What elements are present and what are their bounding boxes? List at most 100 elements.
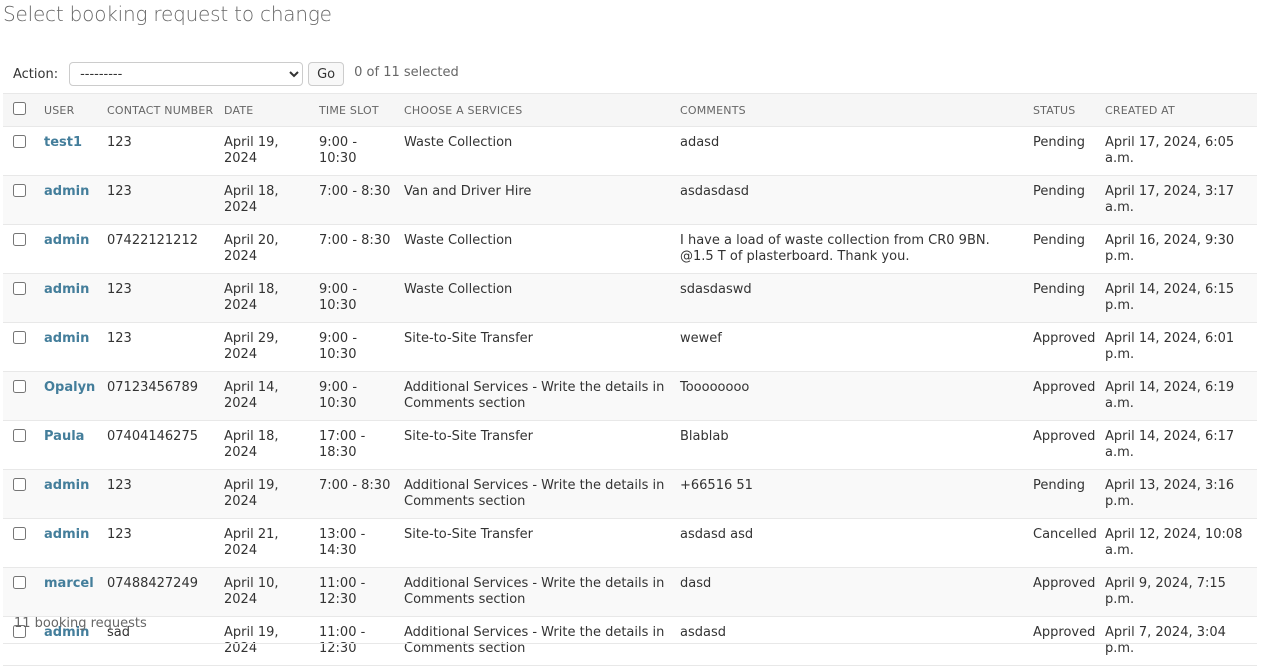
- time-slot-cell: 7:00 - 8:30: [313, 224, 398, 274]
- service-cell: Site-to-Site Transfer: [398, 518, 674, 568]
- row-checkbox[interactable]: [13, 233, 26, 246]
- status-cell: Pending: [1027, 175, 1099, 225]
- column-header-comments[interactable]: COMMENTS: [674, 93, 1027, 127]
- row-select-cell: [3, 322, 38, 372]
- comments-cell: +66516 51: [674, 469, 1027, 519]
- status-cell: Pending: [1027, 469, 1099, 519]
- column-header-date[interactable]: DATE: [218, 93, 313, 127]
- user-link[interactable]: admin: [44, 331, 89, 346]
- table-row: Opalyn 07123456789 April 14, 2024 9:00 - 10…: [3, 371, 1257, 421]
- contact-number-cell: 123: [101, 175, 218, 225]
- comments-cell: asdasdasd: [674, 175, 1027, 225]
- action-select[interactable]: ---------: [69, 62, 304, 86]
- results-table: USER CONTACT NUMBER DATE TIME SLOT CHOOS…: [3, 93, 1257, 666]
- created-at-cell: April 14, 2024, 6:19 a.m.: [1099, 371, 1257, 421]
- service-cell: Van and Driver Hire: [398, 175, 674, 225]
- column-header-user[interactable]: USER: [38, 93, 101, 127]
- time-slot-cell: 7:00 - 8:30: [313, 175, 398, 225]
- time-slot-cell: 13:00 - 14:30: [313, 518, 398, 568]
- status-cell: Pending: [1027, 126, 1099, 176]
- time-slot-cell: 7:00 - 8:30: [313, 469, 398, 519]
- date-cell: April 19, 2024: [218, 126, 313, 176]
- row-checkbox[interactable]: [13, 282, 26, 295]
- date-cell: April 18, 2024: [218, 420, 313, 470]
- contact-number-cell: 123: [101, 518, 218, 568]
- status-cell: Pending: [1027, 224, 1099, 274]
- row-checkbox[interactable]: [13, 380, 26, 393]
- user-link[interactable]: Opalyn: [44, 380, 95, 395]
- go-button[interactable]: Go: [308, 62, 345, 86]
- date-cell: April 20, 2024: [218, 224, 313, 274]
- contact-number-cell: 07422121212: [101, 224, 218, 274]
- table-row: admin 123 April 19, 2024 7:00 - 8:30 Additio…: [3, 469, 1257, 519]
- created-at-cell: April 16, 2024, 9:30 p.m.: [1099, 224, 1257, 274]
- row-select-cell: [3, 273, 38, 323]
- contact-number-cell: 07123456789: [101, 371, 218, 421]
- row-select-cell: [3, 224, 38, 274]
- user-link[interactable]: Paula: [44, 429, 84, 444]
- user-link[interactable]: admin: [44, 478, 89, 493]
- time-slot-cell: 9:00 - 10:30: [313, 273, 398, 323]
- row-checkbox[interactable]: [13, 135, 26, 148]
- user-link[interactable]: admin: [44, 233, 89, 248]
- created-at-cell: April 14, 2024, 6:15 p.m.: [1099, 273, 1257, 323]
- user-link[interactable]: admin: [44, 282, 89, 297]
- user-cell: test1: [38, 126, 101, 176]
- service-cell: Waste Collection: [398, 126, 674, 176]
- column-header-contact-number[interactable]: CONTACT NUMBER: [101, 93, 218, 127]
- service-cell: Site-to-Site Transfer: [398, 420, 674, 470]
- user-cell: admin: [38, 224, 101, 274]
- user-cell: admin: [38, 322, 101, 372]
- column-header-time-slot[interactable]: TIME SLOT: [313, 93, 398, 127]
- created-at-cell: April 17, 2024, 3:17 a.m.: [1099, 175, 1257, 225]
- comments-cell: adasd: [674, 126, 1027, 176]
- date-cell: April 19, 2024: [218, 469, 313, 519]
- row-checkbox[interactable]: [13, 576, 26, 589]
- contact-number-cell: 123: [101, 469, 218, 519]
- contact-number-cell: 123: [101, 322, 218, 372]
- header-row: USER CONTACT NUMBER DATE TIME SLOT CHOOS…: [3, 93, 1257, 127]
- row-select-cell: [3, 126, 38, 176]
- user-cell: admin: [38, 518, 101, 568]
- table-row: admin 07422121212 April 20, 2024 7:00 - 8:3…: [3, 224, 1257, 274]
- page-title: Select booking request to change: [3, 2, 332, 26]
- user-cell: admin: [38, 175, 101, 225]
- time-slot-cell: 9:00 - 10:30: [313, 371, 398, 421]
- comments-cell: sdasdaswd: [674, 273, 1027, 323]
- service-cell: Waste Collection: [398, 273, 674, 323]
- table-row: admin 123 April 18, 2024 7:00 - 8:30 Van and…: [3, 175, 1257, 225]
- row-select-cell: [3, 175, 38, 225]
- select-all-checkbox[interactable]: [13, 102, 26, 115]
- contact-number-cell: 07404146275: [101, 420, 218, 470]
- row-checkbox[interactable]: [13, 527, 26, 540]
- status-cell: Pending: [1027, 273, 1099, 323]
- user-link[interactable]: admin: [44, 184, 89, 199]
- column-header-created-at[interactable]: CREATED AT: [1099, 93, 1257, 127]
- row-select-cell: [3, 518, 38, 568]
- time-slot-cell: 17:00 - 18:30: [313, 420, 398, 470]
- comments-cell: Blablab: [674, 420, 1027, 470]
- row-checkbox[interactable]: [13, 184, 26, 197]
- row-checkbox[interactable]: [13, 478, 26, 491]
- date-cell: April 29, 2024: [218, 322, 313, 372]
- select-all-header: [3, 93, 38, 127]
- service-cell: Site-to-Site Transfer: [398, 322, 674, 372]
- date-cell: April 14, 2024: [218, 371, 313, 421]
- created-at-cell: April 14, 2024, 6:17 a.m.: [1099, 420, 1257, 470]
- table-row: Paula 07404146275 April 18, 2024 17:00 - 18…: [3, 420, 1257, 470]
- comments-cell: asdasd asd: [674, 518, 1027, 568]
- user-link[interactable]: marcel: [44, 576, 94, 591]
- column-header-status[interactable]: STATUS: [1027, 93, 1099, 127]
- comments-cell: I have a load of waste collection from C…: [674, 224, 1027, 274]
- user-link[interactable]: test1: [44, 135, 82, 150]
- time-slot-cell: 9:00 - 10:30: [313, 126, 398, 176]
- created-at-cell: April 17, 2024, 6:05 a.m.: [1099, 126, 1257, 176]
- table-row: test1 123 April 19, 2024 9:00 - 10:30 Waste …: [3, 126, 1257, 176]
- user-link[interactable]: admin: [44, 527, 89, 542]
- column-header-services[interactable]: CHOOSE A SERVICES: [398, 93, 674, 127]
- status-cell: Approved: [1027, 420, 1099, 470]
- contact-number-cell: 123: [101, 273, 218, 323]
- row-checkbox[interactable]: [13, 331, 26, 344]
- user-cell: admin: [38, 469, 101, 519]
- row-checkbox[interactable]: [13, 429, 26, 442]
